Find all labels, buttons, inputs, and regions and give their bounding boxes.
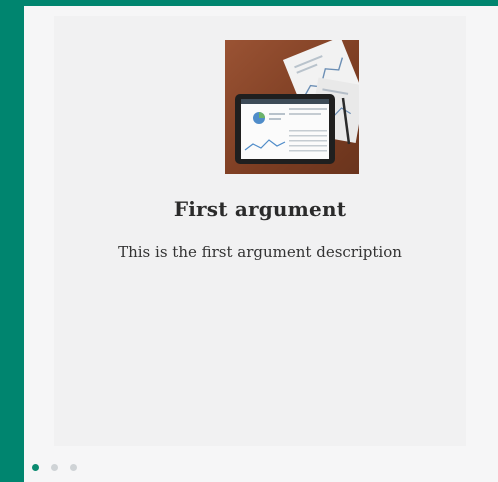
- pagination-dot-2[interactable]: [51, 464, 58, 471]
- argument-description: This is the first argument description: [118, 243, 402, 261]
- pagination-dot-1[interactable]: [32, 464, 39, 471]
- argument-image: [225, 40, 359, 174]
- argument-title: First argument: [173, 197, 347, 221]
- tablet-dashboard-illustration: [235, 40, 359, 164]
- carousel-pagination: [32, 464, 77, 471]
- argument-card: First argument This is the first argumen…: [54, 16, 466, 446]
- carousel-panel: First argument This is the first argumen…: [24, 6, 498, 482]
- pagination-dot-3[interactable]: [70, 464, 77, 471]
